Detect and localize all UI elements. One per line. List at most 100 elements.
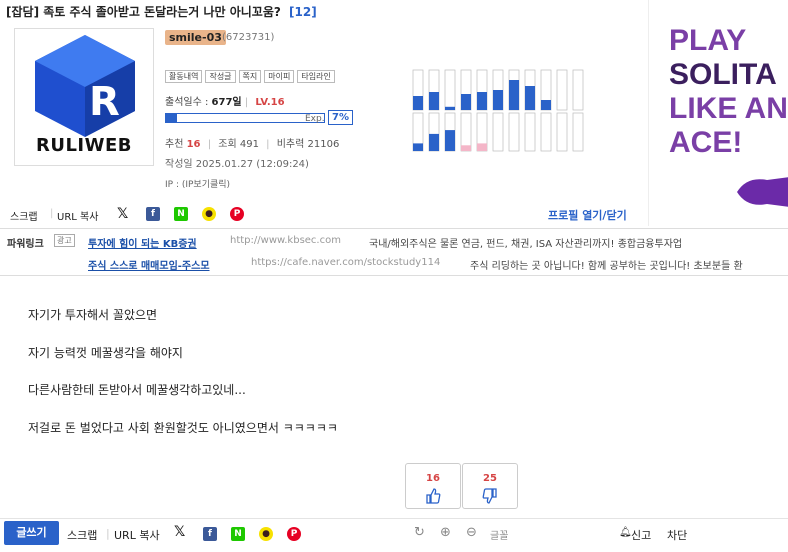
- graph-bar-up: [525, 86, 535, 110]
- graph-bar-up: [445, 106, 455, 110]
- downvote-value: 21106: [307, 139, 340, 150]
- attendance-level: 출석일수 : 677일 | LV.16: [165, 97, 285, 108]
- graph-frame-up: [444, 69, 456, 111]
- profile-tab-mypi[interactable]: 마이피: [264, 70, 295, 83]
- naver-icon[interactable]: N: [174, 207, 188, 221]
- activity-graph: [412, 69, 584, 152]
- level-badge: LV.16: [255, 97, 285, 108]
- graph-bar-up: [461, 94, 471, 110]
- x-icon[interactable]: 𝕏: [174, 524, 185, 540]
- date-label: 작성일: [165, 159, 193, 170]
- author-avatar[interactable]: R RULIWEB: [14, 28, 154, 166]
- bell-icon: 🔔︎: [619, 527, 632, 538]
- views-label: 조회: [218, 139, 237, 150]
- profile-tab-activity[interactable]: 활동내역: [165, 70, 203, 83]
- profile-tab-timeline[interactable]: 타임라인: [297, 70, 335, 83]
- profile-tab-posts[interactable]: 작성글: [205, 70, 236, 83]
- ad-banner[interactable]: PLAY SOLITA LIKE AN ACE!: [648, 0, 788, 226]
- recommend-value: 16: [186, 139, 201, 150]
- ad-line-4: ACE!: [669, 126, 743, 159]
- powerlink-title[interactable]: 투자에 힘이 되는 KB증권: [88, 239, 197, 250]
- pinterest-icon[interactable]: P: [287, 527, 301, 541]
- zoom-in-icon[interactable]: ⊕: [440, 525, 451, 540]
- profile-tab-message[interactable]: 쪽지: [238, 70, 262, 83]
- ruliweb-logo-icon: R: [35, 35, 135, 137]
- comment-count[interactable]: [12]: [289, 5, 317, 19]
- graph-frame-up: [556, 69, 568, 111]
- graph-bar-up: [413, 96, 423, 110]
- graph-frame-down: [508, 112, 520, 152]
- graph-frame-down: [524, 112, 536, 152]
- post-title: [잡담] 족토 주식 졸아받고 돈달라는거 나만 아니꼬움? [12]: [6, 3, 317, 20]
- graph-bar-down: [429, 133, 439, 151]
- powerlink-title[interactable]: 주식 스스로 매매모임-주스모: [88, 261, 210, 272]
- ip-view[interactable]: IP : (IP보기클릭): [165, 177, 230, 190]
- url-copy-button-bottom[interactable]: URL 복사: [114, 527, 160, 543]
- ad-line-3: LIKE AN: [669, 92, 788, 125]
- post-title-text: [잡담] 족토 주식 졸아받고 돈달라는거 나만 아니꼬움?: [6, 5, 281, 19]
- naver-icon[interactable]: N: [231, 527, 245, 541]
- date-value: 2025.01.27 (12:09:24): [195, 159, 309, 170]
- upvote-count: 16: [426, 473, 440, 484]
- pinterest-icon[interactable]: P: [230, 207, 244, 221]
- recommend-label: 추천: [165, 139, 184, 150]
- exp-bar: [165, 113, 325, 123]
- author-nickname[interactable]: smile-03: [165, 30, 226, 45]
- svg-text:R: R: [89, 79, 120, 125]
- graph-bar-up: [541, 100, 551, 110]
- content-line: 자기가 투자해서 꼴았으면: [28, 308, 158, 322]
- write-button[interactable]: 글쓰기: [4, 521, 59, 545]
- kakaotalk-icon[interactable]: ●: [259, 527, 273, 541]
- font-button[interactable]: 글꼴: [490, 527, 508, 542]
- thumbs-up-icon: [426, 488, 441, 504]
- powerlink-desc[interactable]: 주식 리딩하는 곳 아닙니다! 함께 공부하는 곳입니다! 초보분들 환: [470, 257, 788, 272]
- facebook-icon[interactable]: f: [146, 207, 160, 221]
- logo-wordmark: RULIWEB: [35, 135, 132, 156]
- post-stats: 추천 16 | 조회 491 | 비추력 21106: [165, 139, 340, 150]
- graph-bar-down: [445, 130, 455, 151]
- report-button[interactable]: 신고: [631, 527, 651, 543]
- powerlink-url[interactable]: http://www.kbsec.com: [230, 235, 341, 246]
- downvote-count: 25: [483, 473, 497, 484]
- graph-frame-down: [572, 112, 584, 152]
- attendance-value: 677일: [211, 97, 242, 108]
- profile-toggle-button[interactable]: 프로필 열기/닫기: [548, 207, 627, 223]
- ad-line-1: PLAY: [669, 24, 747, 57]
- kakaotalk-icon[interactable]: ●: [202, 207, 216, 221]
- views-value: 491: [239, 139, 259, 150]
- scrap-button-bottom[interactable]: 스크랩: [67, 527, 97, 543]
- upvote-button[interactable]: 16: [405, 463, 461, 509]
- downvote-label: 비추력: [276, 139, 305, 150]
- graph-frame-down: [492, 112, 504, 152]
- powerlink-item[interactable]: 주식 스스로 매매모임-주스모: [88, 257, 210, 272]
- powerlink-desc[interactable]: 국내/해외주식은 물론 연금, 펀드, 채권, ISA 자산관리까지! 종합금융…: [369, 235, 682, 250]
- powerlink-label: 파워링크: [7, 239, 44, 250]
- graph-bar-down: [461, 145, 471, 151]
- scrap-button[interactable]: 스크랩: [10, 208, 38, 223]
- block-button[interactable]: 차단: [667, 527, 687, 543]
- content-line: 다른사람한테 돈받아서 메꿀생각하고있네...: [28, 383, 246, 397]
- thumbs-down-icon: [482, 488, 497, 504]
- attendance-label: 출석일수 :: [165, 97, 209, 108]
- x-icon[interactable]: 𝕏: [117, 206, 128, 222]
- graph-frame-down: [556, 112, 568, 152]
- zoom-out-icon[interactable]: ⊖: [466, 525, 477, 540]
- ad-badge: 광고: [54, 234, 75, 247]
- powerlink-item[interactable]: 투자에 힘이 되는 KB증권: [88, 235, 197, 250]
- url-copy-button[interactable]: URL 복사: [57, 208, 98, 223]
- author-user-id: (6723731): [222, 32, 275, 43]
- ad-pointer-graphic: [737, 177, 788, 207]
- graph-frame-down: [540, 112, 552, 152]
- exp-bar-fill: [166, 114, 178, 122]
- graph-bar-down: [477, 143, 487, 151]
- powerlink-url[interactable]: https://cafe.naver.com/stockstudy114: [251, 257, 440, 268]
- graph-bar-up: [429, 92, 439, 110]
- graph-bar-up: [477, 92, 487, 110]
- graph-bar-up: [493, 90, 503, 110]
- graph-frame-up: [572, 69, 584, 111]
- facebook-icon[interactable]: f: [203, 527, 217, 541]
- downvote-button[interactable]: 25: [462, 463, 518, 509]
- exp-label: Exp.: [305, 114, 325, 124]
- post-date: 작성일 2025.01.27 (12:09:24): [165, 155, 309, 170]
- refresh-icon[interactable]: ↻: [414, 525, 425, 540]
